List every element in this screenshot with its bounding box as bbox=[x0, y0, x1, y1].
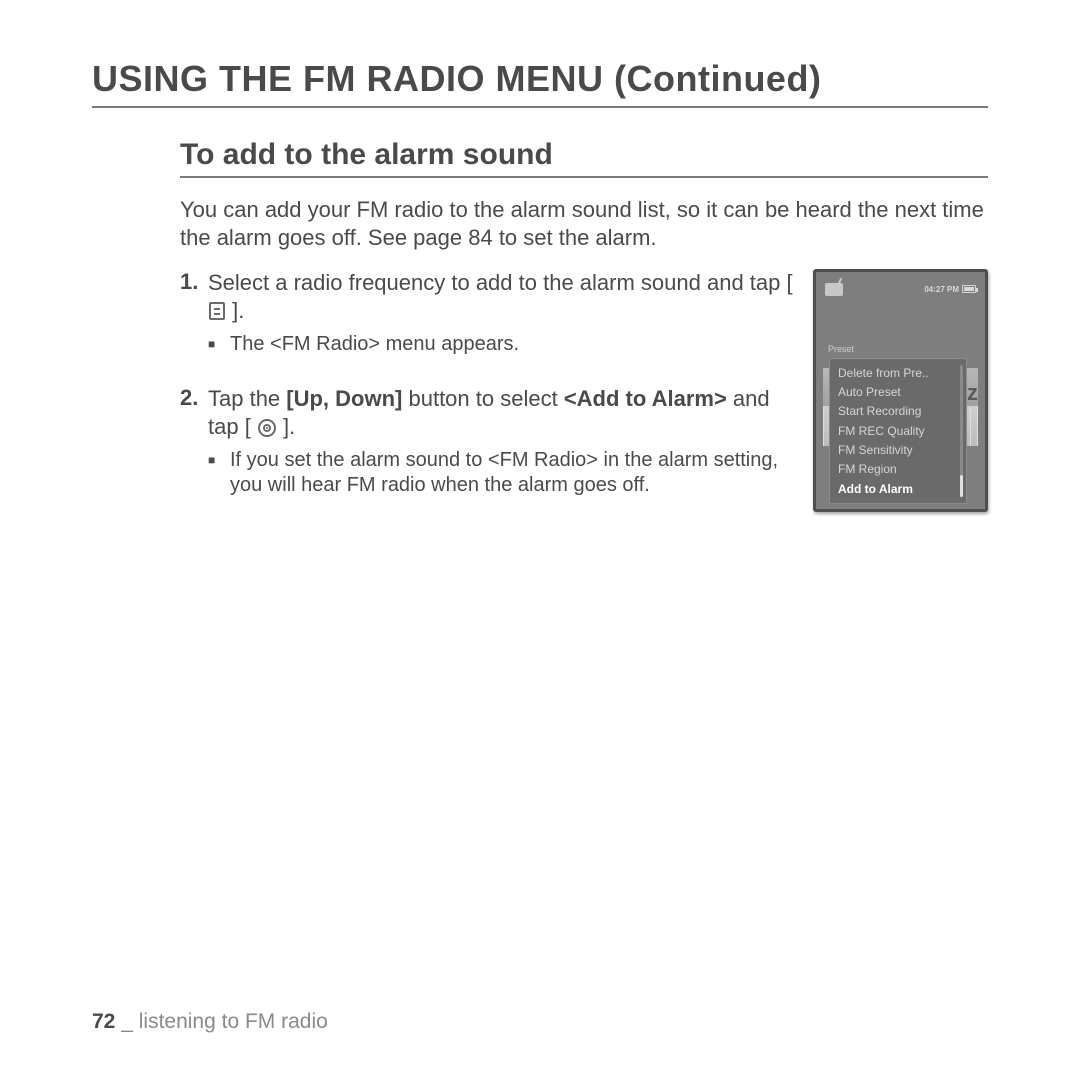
bracket: ] bbox=[277, 414, 289, 439]
period: . bbox=[238, 298, 244, 323]
footer-title: listening to FM radio bbox=[139, 1010, 328, 1033]
page-footer: 72 _ listening to FM radio bbox=[92, 1010, 328, 1034]
step-number: 2. bbox=[180, 385, 208, 498]
menu-item: Add to Alarm bbox=[830, 479, 966, 498]
step-text: Select a radio frequency to add to the a… bbox=[208, 269, 795, 324]
menu-item: Start Recording bbox=[830, 402, 966, 421]
menu-item: FM Sensitivity bbox=[830, 441, 966, 460]
menu-scrollbar bbox=[960, 365, 963, 497]
step-sub: ■ If you set the alarm sound to <FM Radi… bbox=[208, 448, 795, 498]
step-2: 2. Tap the [Up, Down] button to select <… bbox=[180, 385, 795, 498]
bullet-icon: ■ bbox=[208, 448, 230, 498]
step-1: 1. Select a radio frequency to add to th… bbox=[180, 269, 795, 357]
intro-paragraph: You can add your FM radio to the alarm s… bbox=[180, 196, 988, 251]
menu-item: Auto Preset bbox=[830, 382, 966, 401]
device-time: 04:27 PM bbox=[924, 285, 959, 294]
menu-item: FM REC Quality bbox=[830, 421, 966, 440]
menu-button-icon bbox=[209, 302, 225, 320]
step-number: 1. bbox=[180, 269, 208, 357]
device-statusbar: 04:27 PM bbox=[823, 279, 978, 301]
device-screenshot: 04:27 PM Iz Preset Delete from Pre..Auto… bbox=[813, 269, 988, 512]
step-sub: ■ The <FM Radio> menu appears. bbox=[208, 332, 795, 357]
section-heading: To add to the alarm sound bbox=[180, 138, 988, 178]
bracket: [ bbox=[245, 414, 257, 439]
bold-text: <Add to Alarm> bbox=[564, 386, 727, 411]
battery-icon bbox=[962, 285, 976, 293]
step-text: Tap the [Up, Down] button to select <Add… bbox=[208, 385, 795, 440]
preset-label: Preset bbox=[828, 344, 854, 354]
sub-text: The <FM Radio> menu appears. bbox=[230, 332, 795, 357]
bracket: ] bbox=[226, 298, 238, 323]
text: Tap the bbox=[208, 386, 286, 411]
sub-text: If you set the alarm sound to <FM Radio>… bbox=[230, 448, 795, 498]
bold-text: [Up, Down] bbox=[286, 386, 402, 411]
bracket: [ bbox=[787, 270, 793, 295]
page-number: 72 bbox=[92, 1010, 115, 1033]
menu-item: Delete from Pre.. bbox=[830, 363, 966, 382]
menu-item: FM Region bbox=[830, 460, 966, 479]
fm-radio-menu: Delete from Pre..Auto PresetStart Record… bbox=[829, 358, 967, 504]
bullet-icon: ■ bbox=[208, 332, 230, 357]
radio-icon bbox=[825, 283, 843, 296]
select-button-icon bbox=[258, 419, 276, 437]
text: button to select bbox=[402, 386, 563, 411]
page-title: USING THE FM RADIO MENU (Continued) bbox=[92, 58, 988, 108]
period: . bbox=[289, 414, 295, 439]
footer-separator: _ bbox=[121, 1010, 133, 1033]
text: Select a radio frequency to add to the a… bbox=[208, 270, 787, 295]
steps-list: 1. Select a radio frequency to add to th… bbox=[180, 269, 795, 508]
